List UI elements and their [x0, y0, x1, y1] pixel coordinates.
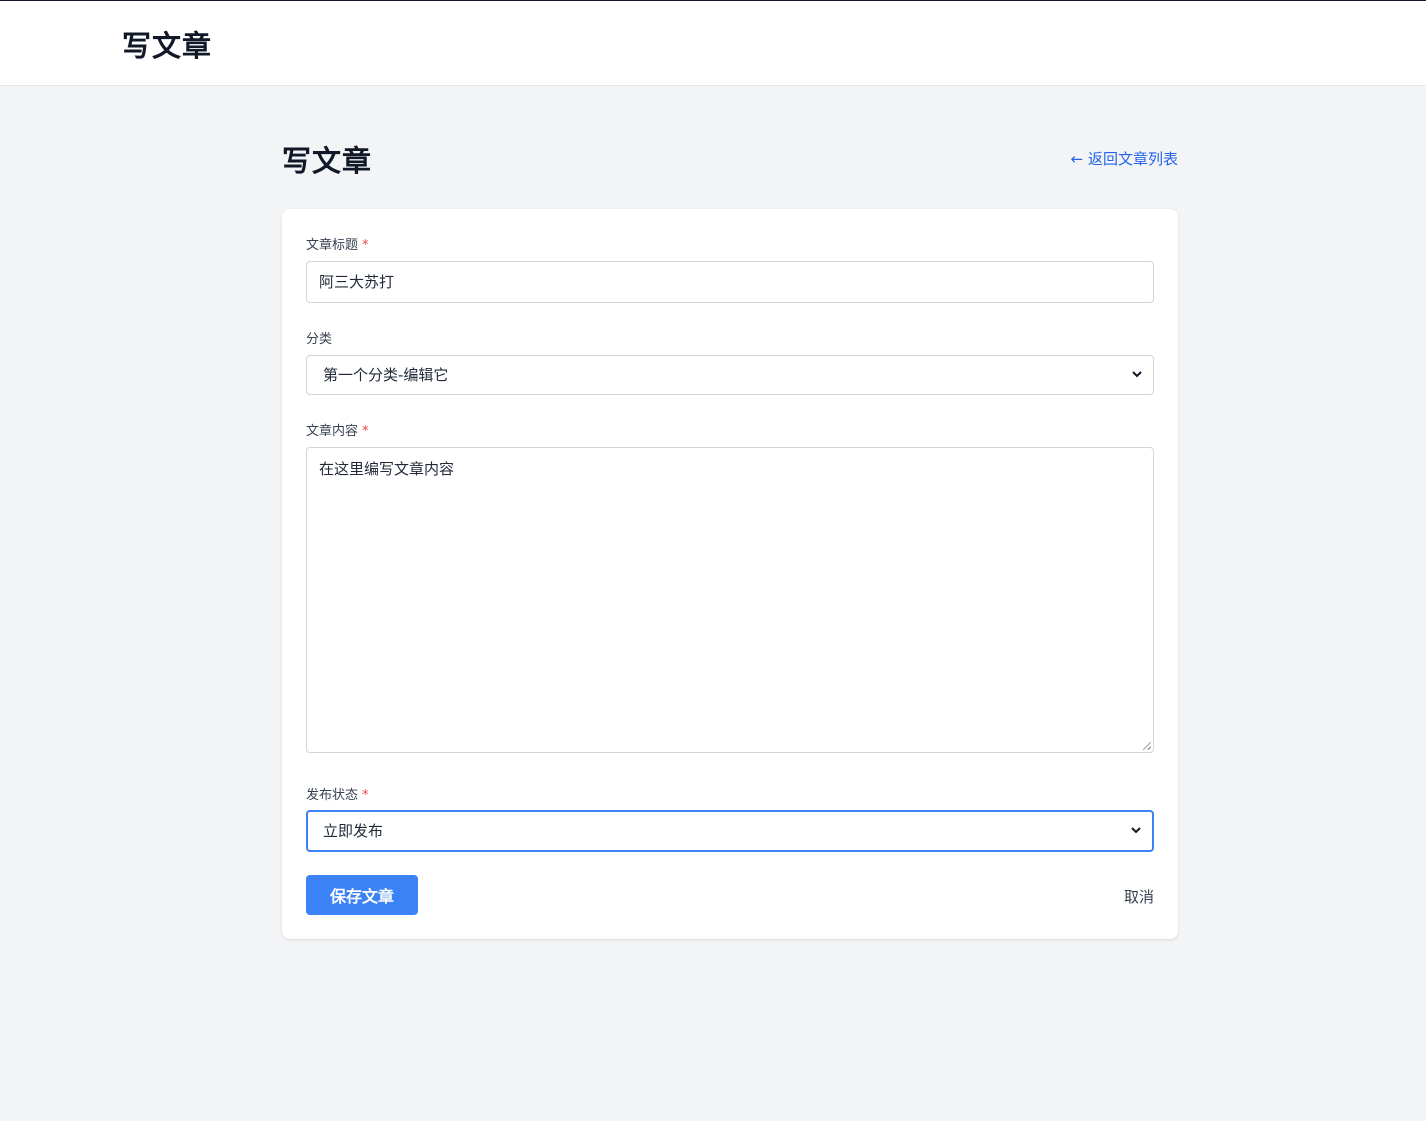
content-label-text: 文章内容	[306, 424, 359, 439]
category-select-value: 第一个分类-编辑它	[323, 366, 449, 384]
category-select[interactable]: 第一个分类-编辑它	[306, 355, 1154, 395]
article-form-card: 文章标题 * 阿三大苏打 分类 第一个分类-编辑它 文章内容 * 在这里编写文章内容…	[282, 209, 1178, 939]
page-title: 写文章	[282, 144, 373, 178]
content-label: 文章内容 *	[306, 420, 369, 439]
title-label-text: 文章标题	[306, 238, 359, 253]
cancel-link[interactable]: 取消	[1124, 886, 1154, 907]
back-to-list-link[interactable]: ← 返回文章列表	[1071, 148, 1178, 169]
title-label: 文章标题 *	[306, 234, 369, 253]
status-select[interactable]: 立即发布	[306, 810, 1154, 852]
resize-handle-icon[interactable]	[1143, 742, 1151, 750]
title-input[interactable]: 阿三大苏打	[306, 261, 1154, 303]
app-title: 写文章	[122, 29, 213, 63]
page-header: 写文章 ← 返回文章列表	[282, 138, 1178, 182]
chevron-down-icon	[1130, 812, 1142, 866]
top-navbar: 写文章	[0, 0, 1426, 86]
chevron-down-icon	[1131, 356, 1143, 410]
required-mark: *	[362, 788, 369, 803]
status-select-value: 立即发布	[323, 822, 384, 840]
content-textarea[interactable]: 在这里编写文章内容	[306, 447, 1154, 753]
save-article-button[interactable]: 保存文章	[306, 875, 418, 915]
required-mark: *	[362, 424, 369, 439]
title-input-value: 阿三大苏打	[319, 273, 395, 291]
category-label-text: 分类	[306, 332, 333, 347]
required-mark: *	[362, 238, 369, 253]
content-textarea-value: 在这里编写文章内容	[319, 460, 455, 478]
status-label: 发布状态 *	[306, 784, 369, 803]
status-label-text: 发布状态	[306, 788, 359, 803]
category-label: 分类	[306, 328, 332, 347]
